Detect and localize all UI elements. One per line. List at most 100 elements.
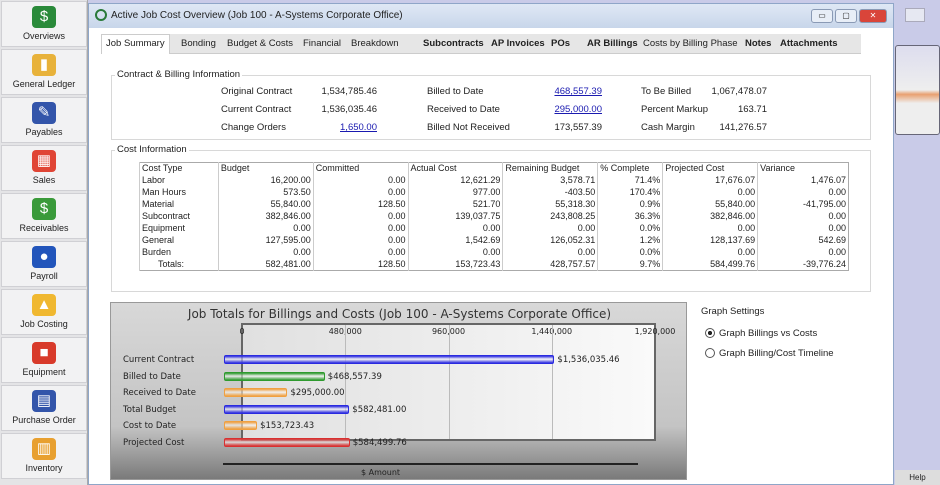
job-totals-chart: Job Totals for Billings and Costs (Job 1…	[110, 302, 687, 480]
radio-label: Graph Billings vs Costs	[719, 328, 818, 339]
change-orders-value[interactable]: 1,650.00	[340, 122, 377, 133]
sidebar-item-overviews[interactable]: $ Overviews	[1, 1, 87, 47]
bar-projected-cost	[224, 437, 350, 447]
sidebar-item-purchase-order[interactable]: ▤ Purchase Order	[1, 385, 87, 431]
table-cell: 0.00	[312, 246, 409, 259]
tab-job-summary[interactable]: Job Summary	[101, 34, 170, 54]
tab-bonding[interactable]: Bonding	[181, 38, 216, 49]
table-cell: 128.50	[312, 198, 409, 211]
table-cell: 0.00	[312, 174, 409, 187]
x-axis-label: $ Amount	[361, 468, 401, 477]
current-contract-label: Current Contract	[221, 104, 292, 115]
table-cell: Man Hours	[139, 186, 219, 199]
gridline	[551, 325, 553, 439]
billed-to-date-value[interactable]: 468,557.39	[554, 86, 602, 97]
hand-truck-icon: ▥	[32, 438, 56, 460]
window-title: Active Job Cost Overview (Job 100 - A-Sy…	[111, 10, 403, 21]
table-cell: 153,723.43	[407, 258, 503, 271]
tab-pos[interactable]: POs	[551, 38, 570, 49]
tab-notes[interactable]: Notes	[745, 38, 771, 49]
table-cell: 573.50	[217, 186, 314, 199]
table-cell: 71.4%	[597, 174, 663, 187]
radio-button[interactable]	[705, 348, 715, 359]
table-cell: 128,137.69	[662, 234, 758, 247]
sidebar-item-sales[interactable]: ▦ Sales	[1, 145, 87, 191]
radio-option-1[interactable]: Graph Billing/Cost Timeline	[705, 348, 834, 359]
tab-bar: Job Summary Bonding Budget & Costs Financia…	[101, 34, 861, 54]
tab-ar-billings[interactable]: AR Billings	[587, 38, 638, 49]
received-to-date-value[interactable]: 295,000.00	[554, 104, 602, 115]
radio-option-0[interactable]: Graph Billings vs Costs	[705, 328, 817, 339]
radio-label: Graph Billing/Cost Timeline	[719, 348, 834, 359]
sidebar-item-job-costing[interactable]: ▲ Job Costing	[1, 289, 87, 335]
bar-value-label: $1,536,035.46	[557, 355, 620, 365]
table-cell: 542.69	[757, 234, 849, 247]
category-label: Cost to Date	[123, 421, 177, 431]
column-header: Projected Cost	[662, 162, 758, 175]
help-label[interactable]: Help	[895, 470, 940, 485]
sidebar-item-inventory[interactable]: ▥ Inventory	[1, 433, 87, 479]
background-minimize-button[interactable]	[905, 8, 925, 22]
billed-not-received-label: Billed Not Received	[427, 122, 510, 133]
book-icon: ▮	[32, 54, 56, 76]
table-cell: 1,476.07	[757, 174, 849, 187]
cash-icon: $	[32, 198, 56, 220]
tab-costs-by-billing-phase[interactable]: Costs by Billing Phase	[643, 38, 738, 49]
bar-billed-to-date	[224, 371, 325, 381]
minimize-button[interactable]: ▭	[811, 9, 833, 23]
sidebar-item-general-ledger[interactable]: ▮ General Ledger	[1, 49, 87, 95]
table-cell: -403.50	[502, 186, 598, 199]
percent-markup-label: Percent Markup	[641, 104, 709, 115]
to-be-billed-label: To Be Billed	[641, 86, 692, 97]
tab-budget-costs[interactable]: Budget & Costs	[227, 38, 293, 49]
close-button[interactable]: ✕	[859, 9, 887, 23]
table-cell: 0.00	[662, 246, 758, 259]
table-cell: 127,595.00	[217, 234, 314, 247]
table-cell: 0.00	[502, 222, 598, 235]
received-to-date-label: Received to Date	[427, 104, 500, 115]
column-header: Actual Cost	[407, 162, 503, 175]
sidebar-item-receivables[interactable]: $ Receivables	[1, 193, 87, 239]
table-cell: 428,757.57	[502, 258, 598, 271]
radio-button[interactable]	[705, 328, 715, 339]
table-cell: 1,542.69	[407, 234, 503, 247]
cash-margin-label: Cash Margin	[641, 122, 695, 133]
maximize-button[interactable]: ▢	[835, 9, 857, 23]
table-cell: 36.3%	[597, 210, 663, 223]
table-cell: 170.4%	[597, 186, 663, 199]
cost-information-title: Cost Information	[115, 144, 189, 155]
sidebar-item-equipment[interactable]: ■ Equipment	[1, 337, 87, 383]
table-cell: 0.00	[217, 246, 314, 259]
table-cell: Material	[139, 198, 219, 211]
x-tick-label: 1,920,000	[634, 327, 676, 336]
table-cell: 0.00	[407, 222, 503, 235]
sidebar-item-payroll[interactable]: ● Payroll	[1, 241, 87, 287]
tab-subcontracts[interactable]: Subcontracts	[423, 38, 484, 49]
module-sidebar: $ Overviews ▮ General Ledger ✎ Payables ▦ Sales…	[0, 0, 88, 485]
table-row: Equipment 0.00 0.00 0.00 0.00 0.0% 0.00 0.00	[139, 222, 849, 235]
graph-settings-title: Graph Settings	[701, 306, 765, 317]
bar-received-to-date	[224, 388, 288, 397]
tab-ap-invoices[interactable]: AP Invoices	[491, 38, 545, 49]
table-cell: Totals:	[139, 258, 219, 271]
tab-financial[interactable]: Financial	[303, 38, 341, 49]
check-pen-icon: ✎	[32, 102, 56, 124]
table-cell: 0.00	[407, 246, 503, 259]
table-cell: 128.50	[312, 258, 409, 271]
sidebar-item-payables[interactable]: ✎ Payables	[1, 97, 87, 143]
table-cell: 0.00	[502, 246, 598, 259]
table-cell: 12,621.29	[407, 174, 503, 187]
sidebar-item-label: Payables	[25, 127, 63, 137]
table-cell: 521.70	[407, 198, 503, 211]
table-row: Labor 16,200.00 0.00 12,621.29 3,578.71 71.4%…	[139, 174, 849, 187]
dump-truck-icon: ■	[32, 342, 56, 364]
to-be-billed-value: 1,067,478.07	[711, 86, 767, 97]
magnifier-dollar-icon: $	[32, 6, 56, 28]
sidebar-item-label: Overviews	[22, 31, 65, 41]
table-cell: 0.00	[312, 222, 409, 235]
table-cell: 55,318.30	[502, 198, 598, 211]
billed-to-date-label: Billed to Date	[427, 86, 484, 97]
table-cell: -39,776.24	[757, 258, 849, 271]
tab-attachments[interactable]: Attachments	[780, 38, 838, 49]
tab-breakdown[interactable]: Breakdown	[351, 38, 399, 49]
